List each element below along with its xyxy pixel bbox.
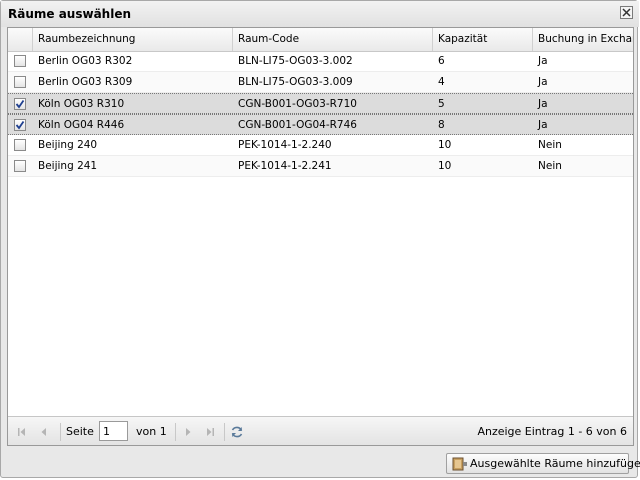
row-checkbox[interactable] [14, 139, 26, 151]
table-row[interactable]: Köln OG04 R446 CGN-B001-OG04-R746 8 Ja [8, 114, 633, 135]
cell-room-code: CGN-B001-OG04-R746 [238, 119, 357, 131]
dialog-title: Räume auswählen [8, 7, 132, 21]
column-header-capacity[interactable]: Kapazität [433, 28, 533, 51]
rooms-grid: Raumbezeichnung Raum-Code Kapazität Buch… [7, 27, 634, 446]
cell-exchange-booking: Ja [538, 98, 548, 110]
cell-room-code: PEK-1014-1-2.240 [238, 139, 332, 151]
prev-page-icon[interactable] [36, 424, 52, 440]
refresh-icon[interactable] [229, 424, 245, 440]
table-row[interactable]: Berlin OG03 R309 BLN-LI75-OG03-3.009 4 Ja [8, 72, 633, 93]
row-checkbox[interactable] [14, 76, 26, 88]
cell-capacity: 4 [438, 76, 445, 88]
cell-room-name: Berlin OG03 R309 [38, 76, 133, 88]
door-icon [452, 457, 467, 471]
column-header-name[interactable]: Raumbezeichnung [33, 28, 233, 51]
toolbar-separator [60, 423, 61, 441]
cell-room-name: Beijing 240 [38, 139, 98, 151]
cell-exchange-booking: Nein [538, 160, 562, 172]
title-bar: Räume auswählen [1, 1, 639, 27]
table-row[interactable]: Beijing 240 PEK-1014-1-2.240 10 Nein [8, 135, 633, 156]
table-row[interactable]: Köln OG03 R310 CGN-B001-OG03-R710 5 Ja [8, 93, 633, 114]
checkmark-icon [15, 120, 25, 130]
cell-room-name: Beijing 241 [38, 160, 98, 172]
cell-room-code: PEK-1014-1-2.241 [238, 160, 332, 172]
toolbar-separator [175, 423, 176, 441]
grid-header: Raumbezeichnung Raum-Code Kapazität Buch… [8, 28, 633, 52]
cell-room-name: Köln OG04 R446 [38, 119, 125, 131]
cell-room-code: CGN-B001-OG03-R710 [238, 98, 357, 110]
row-checkbox[interactable] [14, 55, 26, 67]
cell-exchange-booking: Ja [538, 119, 548, 131]
row-checkbox[interactable] [14, 119, 26, 131]
checkmark-icon [15, 99, 25, 109]
row-checkbox[interactable] [14, 98, 26, 110]
cell-capacity: 10 [438, 160, 452, 172]
row-checkbox[interactable] [14, 160, 26, 172]
page-count-label: von 1 [136, 425, 167, 438]
first-page-icon[interactable] [14, 424, 30, 440]
cell-exchange-booking: Ja [538, 55, 548, 67]
checkbox-column-header[interactable] [8, 28, 33, 51]
cell-capacity: 10 [438, 139, 452, 151]
cell-capacity: 6 [438, 55, 445, 67]
table-row[interactable]: Beijing 241 PEK-1014-1-2.241 10 Nein [8, 156, 633, 177]
cell-exchange-booking: Nein [538, 139, 562, 151]
column-header-exchange[interactable]: Buchung in Exchange [533, 28, 633, 51]
page-label: Seite [66, 425, 94, 438]
toolbar-separator [224, 423, 225, 441]
column-header-code[interactable]: Raum-Code [233, 28, 433, 51]
cell-capacity: 8 [438, 119, 445, 131]
cell-room-name: Berlin OG03 R302 [38, 55, 133, 67]
cell-exchange-booking: Ja [538, 76, 548, 88]
close-button[interactable] [620, 6, 633, 19]
room-select-dialog: Räume auswählen Raumbezeichnung Raum-Cod… [0, 0, 640, 478]
add-selected-rooms-button[interactable]: Ausgewählte Räume hinzufügen [446, 453, 640, 474]
cell-room-code: BLN-LI75-OG03-3.002 [238, 55, 353, 67]
add-selected-rooms-label: Ausgewählte Räume hinzufügen [470, 457, 640, 470]
table-row[interactable]: Berlin OG03 R302 BLN-LI75-OG03-3.002 6 Ja [8, 51, 633, 72]
paging-status: Anzeige Eintrag 1 - 6 von 6 [477, 425, 627, 438]
next-page-icon[interactable] [180, 424, 196, 440]
paging-toolbar: Seite von 1 Anzeige Eintrag 1 - 6 von 6 [8, 416, 633, 445]
page-number-input[interactable] [99, 421, 128, 441]
cell-room-name: Köln OG03 R310 [38, 98, 125, 110]
last-page-icon[interactable] [202, 424, 218, 440]
close-icon [622, 8, 631, 17]
cell-room-code: BLN-LI75-OG03-3.009 [238, 76, 353, 88]
cell-capacity: 5 [438, 98, 445, 110]
